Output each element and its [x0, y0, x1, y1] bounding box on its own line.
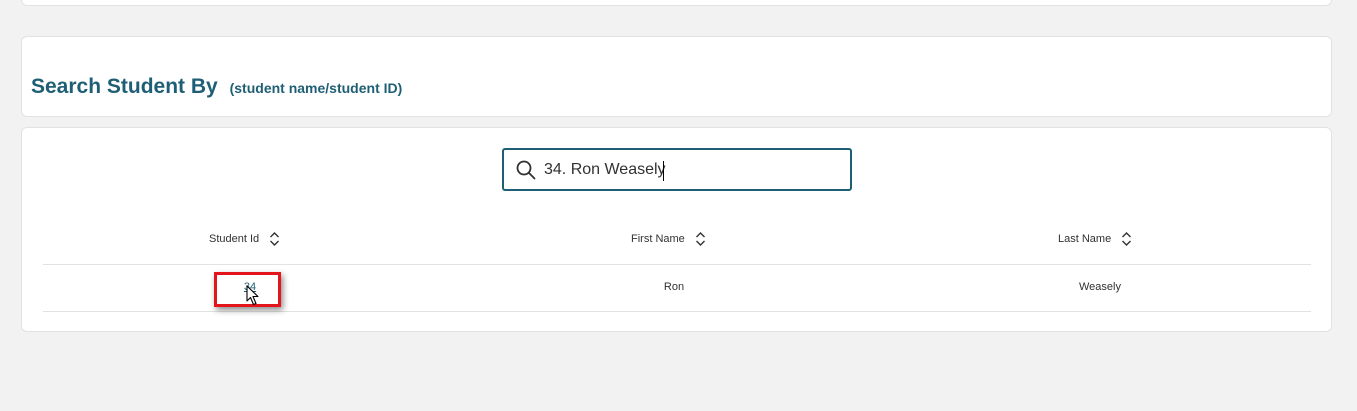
search-header-card: Search Student By (student name/student … [21, 36, 1332, 117]
top-card [21, 0, 1332, 6]
page-title-subtitle: (student name/student ID) [229, 80, 403, 96]
results-card: Student Id First Name Last Name 34 Ron W… [21, 127, 1332, 332]
sort-icon[interactable] [695, 231, 706, 247]
page-title-main: Search Student By [31, 75, 218, 98]
mouse-pointer-icon [246, 285, 259, 306]
search-icon [516, 160, 536, 180]
page-title: Search Student By (student name/student … [31, 64, 402, 101]
column-header-first-name[interactable]: First Name [631, 228, 706, 250]
search-input[interactable] [544, 156, 844, 184]
last-name-cell: Weasely [1079, 281, 1121, 293]
column-header-label: Last Name [1058, 233, 1112, 245]
column-header-label: Student Id [209, 233, 260, 245]
text-caret [663, 161, 664, 181]
sort-icon[interactable] [269, 231, 280, 247]
table-divider [43, 264, 1311, 265]
column-header-student-id[interactable]: Student Id [209, 228, 280, 250]
column-header-last-name[interactable]: Last Name [1058, 228, 1132, 250]
first-name-cell: Ron [663, 281, 685, 293]
column-header-label: First Name [631, 233, 685, 245]
search-box[interactable] [502, 148, 852, 191]
sort-icon[interactable] [1121, 231, 1132, 247]
table-divider [43, 311, 1311, 312]
